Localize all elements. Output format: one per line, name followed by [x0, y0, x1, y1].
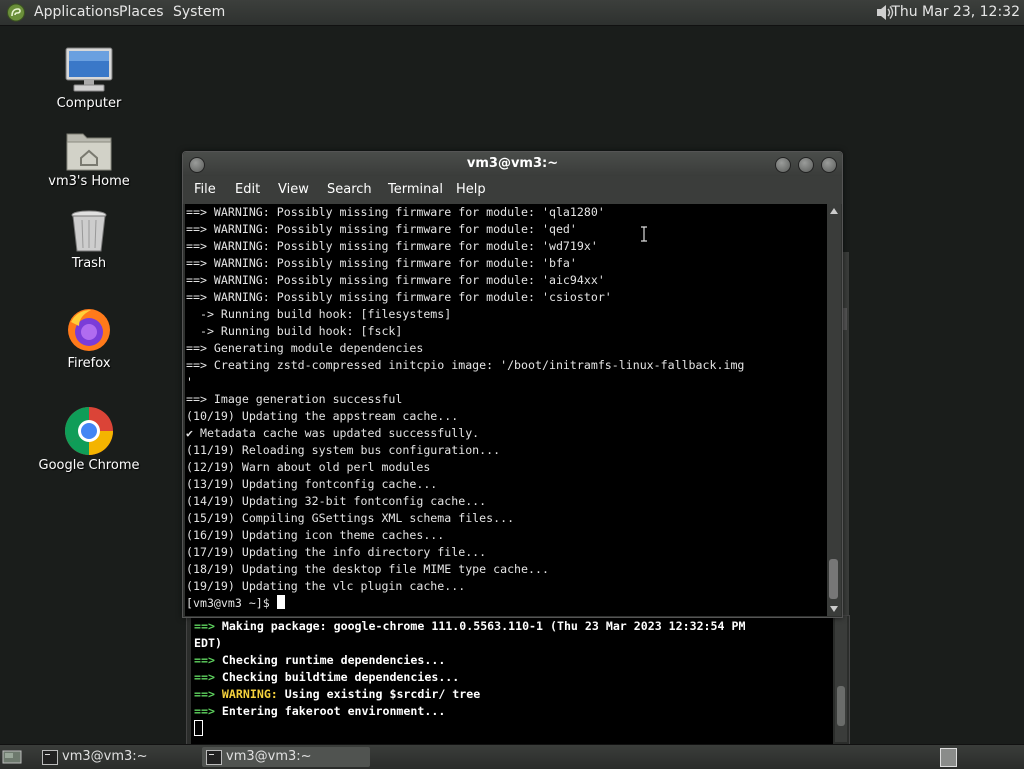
- clock[interactable]: Thu Mar 23, 12:32: [891, 0, 1020, 25]
- terminal-icon: [206, 750, 222, 765]
- desktop-icon-firefox[interactable]: Firefox: [29, 306, 149, 371]
- taskbar-item-active[interactable]: vm3@vm3:~: [202, 747, 370, 767]
- terminal-cursor: [276, 595, 285, 609]
- scroll-up-icon[interactable]: [830, 208, 838, 214]
- show-desktop-icon[interactable]: [2, 748, 22, 765]
- terminal-line: ✔ Metadata cache was updated successfull…: [186, 426, 480, 440]
- terminal-line: -> Running build hook: [filesystems]: [186, 307, 452, 321]
- menu-help[interactable]: Help: [456, 176, 486, 204]
- terminal-line: ==> WARNING: Possibly missing firmware f…: [186, 273, 605, 287]
- firefox-icon: [68, 309, 110, 351]
- back-terminal-screen[interactable]: ==> Making package: google-chrome 111.0.…: [191, 616, 833, 744]
- desktop-icon-home[interactable]: vm3's Home: [29, 128, 149, 189]
- terminal-line: (19/19) Updating the vlc plugin cache...: [186, 579, 466, 593]
- back-terminal-window[interactable]: ==> Making package: google-chrome 111.0.…: [186, 615, 850, 745]
- terminal-line: (17/19) Updating the info directory file…: [186, 545, 487, 559]
- maximize-button[interactable]: [798, 157, 814, 173]
- terminal-titlebar[interactable]: vm3@vm3:~: [183, 152, 842, 176]
- desktop-icon-computer[interactable]: Computer: [29, 46, 149, 111]
- terminal-line: (10/19) Updating the appstream cache...: [186, 409, 459, 423]
- desktop-icon-label: vm3's Home: [48, 174, 130, 189]
- desktop-icon-label: Firefox: [67, 356, 111, 371]
- system-menu[interactable]: System: [173, 0, 225, 25]
- terminal-scrollbar[interactable]: [827, 204, 841, 616]
- close-button[interactable]: [821, 157, 837, 173]
- terminal-line: (15/19) Compiling GSettings XML schema f…: [186, 511, 515, 525]
- terminal-line: (12/19) Warn about old perl modules: [186, 460, 431, 474]
- taskbar-item-label: vm3@vm3:~: [226, 749, 312, 764]
- terminal-line: (13/19) Updating fontconfig cache...: [186, 477, 438, 491]
- window-title: vm3@vm3:~: [466, 156, 559, 171]
- terminal-line: -> Running build hook: [fsck]: [186, 324, 403, 338]
- terminal-line: ==> WARNING: Possibly missing firmware f…: [186, 205, 605, 219]
- menu-terminal[interactable]: Terminal: [388, 176, 443, 204]
- mouse-ibeam-cursor-icon: [641, 226, 647, 242]
- trash-icon: [71, 210, 107, 252]
- terminal-line: ==> WARNING: Possibly missing firmware f…: [186, 290, 612, 304]
- menu-file[interactable]: File: [194, 176, 216, 204]
- chrome-icon: [64, 407, 113, 455]
- terminal-screen[interactable]: ==> WARNING: Possibly missing firmware f…: [185, 204, 827, 616]
- back-terminal-scrollbar[interactable]: [835, 616, 847, 742]
- places-menu[interactable]: Places: [119, 0, 164, 25]
- menu-view[interactable]: View: [278, 176, 309, 204]
- menu-edit[interactable]: Edit: [235, 176, 260, 204]
- back-terminal-cursor: [194, 720, 203, 736]
- taskbar-item[interactable]: vm3@vm3:~: [38, 747, 212, 767]
- terminal-line: ==> Generating module dependencies: [186, 341, 424, 355]
- computer-icon: [65, 47, 113, 92]
- terminal-prompt-line[interactable]: [vm3@vm3 ~]$: [185, 595, 827, 612]
- terminal-line: ': [186, 375, 193, 389]
- desktop-icon-label: Trash: [71, 256, 107, 271]
- terminal-line: ==> Image generation successful: [186, 392, 403, 406]
- taskbar-item-label: vm3@vm3:~: [62, 749, 148, 764]
- home-folder-icon: [66, 133, 112, 171]
- terminal-window[interactable]: vm3@vm3:~ File Edit View Search Terminal…: [182, 151, 843, 618]
- terminal-line: ==> WARNING: Possibly missing firmware f…: [186, 239, 598, 253]
- mate-logo-icon[interactable]: [6, 3, 26, 22]
- bottom-taskbar: vm3@vm3:~ vm3@vm3:~: [0, 744, 1024, 769]
- scroll-thumb[interactable]: [829, 559, 838, 599]
- window-menu-button[interactable]: [189, 157, 205, 173]
- terminal-line: ==> WARNING: Possibly missing firmware f…: [186, 222, 577, 236]
- menu-search[interactable]: Search: [327, 176, 372, 204]
- workspace-switcher[interactable]: [940, 748, 957, 767]
- applications-menu[interactable]: Applications: [34, 0, 120, 25]
- desktop-icon-chrome[interactable]: Google Chrome: [29, 406, 149, 473]
- terminal-line: (11/19) Reloading system bus configurati…: [186, 443, 501, 457]
- terminal-icon: [42, 750, 58, 765]
- terminal-line: (18/19) Updating the desktop file MIME t…: [186, 562, 549, 576]
- terminal-menubar: File Edit View Search Terminal Help: [183, 176, 842, 204]
- terminal-line: (16/19) Updating icon theme caches...: [186, 528, 445, 542]
- terminal-line: ==> WARNING: Possibly missing firmware f…: [186, 256, 577, 270]
- minimize-button[interactable]: [775, 157, 791, 173]
- desktop-icon-trash[interactable]: Trash: [29, 208, 149, 271]
- desktop-icon-label: Computer: [56, 96, 122, 111]
- scroll-down-icon[interactable]: [830, 606, 838, 612]
- top-panel: Applications Places System Thu Mar 23, 1…: [0, 0, 1024, 26]
- terminal-line: ==> Creating zstd-compressed initcpio im…: [186, 358, 745, 372]
- terminal-prompt: [vm3@vm3 ~]$: [186, 596, 277, 610]
- terminal-line: (14/19) Updating 32-bit fontconfig cache…: [186, 494, 487, 508]
- desktop-icon-label: Google Chrome: [38, 458, 140, 473]
